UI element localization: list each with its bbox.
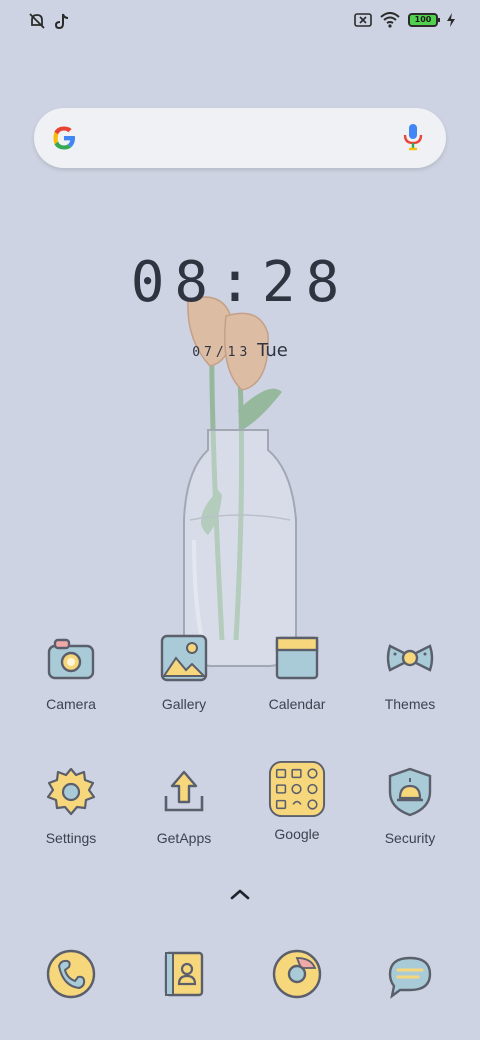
status-bar: 100: [0, 0, 480, 42]
calendar-icon: [275, 636, 319, 680]
mute-icon: [29, 13, 45, 29]
app-gallery[interactable]: Gallery: [129, 632, 239, 712]
sim-off-icon: [354, 13, 372, 27]
app-calendar[interactable]: Calendar: [242, 632, 352, 712]
phone-icon[interactable]: [45, 948, 97, 1000]
battery-icon: 100: [408, 13, 440, 27]
chrome-icon[interactable]: [271, 948, 323, 1000]
contacts-icon[interactable]: [158, 948, 210, 1000]
folder-google[interactable]: Google: [242, 760, 352, 842]
security-icon: [388, 767, 432, 817]
clock-date[interactable]: 07/13 Tue: [0, 340, 480, 361]
getapps-icon: [164, 770, 204, 812]
gallery-icon: [160, 634, 208, 682]
tiktok-icon: [54, 13, 69, 30]
chevron-up-icon[interactable]: [228, 886, 252, 902]
google-g-icon: [53, 126, 75, 150]
google-search-bar[interactable]: [34, 108, 446, 168]
mic-icon[interactable]: [402, 122, 424, 152]
google-folder-icon: [268, 760, 326, 818]
date-value: 07/13: [192, 345, 252, 360]
weekday: Tue: [257, 340, 288, 361]
settings-icon: [46, 767, 96, 816]
charging-icon: [447, 13, 455, 27]
app-getapps[interactable]: GetApps: [129, 766, 239, 846]
messages-icon[interactable]: [384, 948, 436, 1000]
app-themes[interactable]: Themes: [355, 632, 465, 712]
themes-icon: [386, 644, 434, 672]
clock-time[interactable]: 08:28: [0, 250, 480, 315]
camera-icon: [47, 638, 95, 680]
app-camera[interactable]: Camera: [16, 632, 126, 712]
wifi-icon: [380, 12, 400, 28]
app-settings[interactable]: Settings: [16, 766, 126, 846]
app-security[interactable]: Security: [355, 766, 465, 846]
